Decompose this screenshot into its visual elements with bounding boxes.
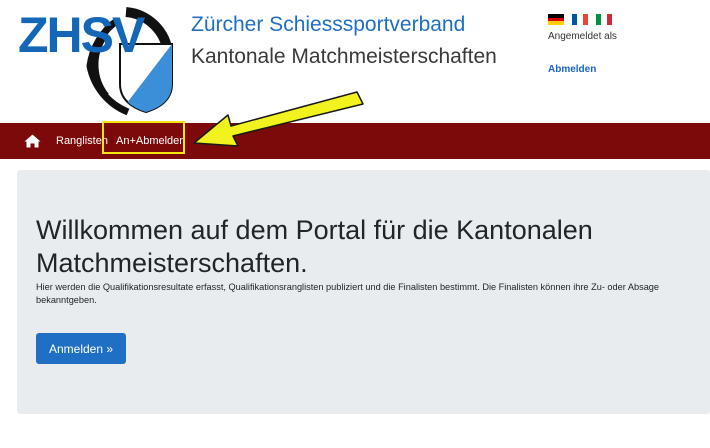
welcome-text: Hier werden die Qualifikationsresultate … xyxy=(36,282,660,305)
annotation-highlight-box xyxy=(102,121,185,154)
welcome-title: Willkommen auf dem Portal für die Kanton… xyxy=(36,215,593,278)
logo-text: ZHSV xyxy=(18,7,145,63)
welcome-jumbotron: Willkommen auf dem Portal für die Kanton… xyxy=(17,170,710,414)
register-button[interactable]: Anmelden » xyxy=(36,333,126,364)
language-switcher xyxy=(548,14,617,25)
nav-ranglisten[interactable]: Ranglisten xyxy=(56,135,108,147)
header: ZHSV Zürcher Schiesssportverband Kantona… xyxy=(0,0,710,123)
logged-in-label: Angemeldet als xyxy=(548,31,617,42)
logout-link[interactable]: Abmelden xyxy=(548,64,617,75)
page-subtitle: Kantonale Matchmeisterschaften xyxy=(191,45,497,68)
flag-de-icon[interactable] xyxy=(548,14,564,25)
home-icon[interactable] xyxy=(24,134,41,148)
user-area: Angemeldet als Abmelden xyxy=(548,14,617,75)
zhsv-logo[interactable]: ZHSV xyxy=(8,4,188,116)
flag-fr-icon[interactable] xyxy=(572,14,588,25)
flag-it-icon[interactable] xyxy=(596,14,612,25)
org-name: Zürcher Schiesssportverband xyxy=(191,13,466,36)
